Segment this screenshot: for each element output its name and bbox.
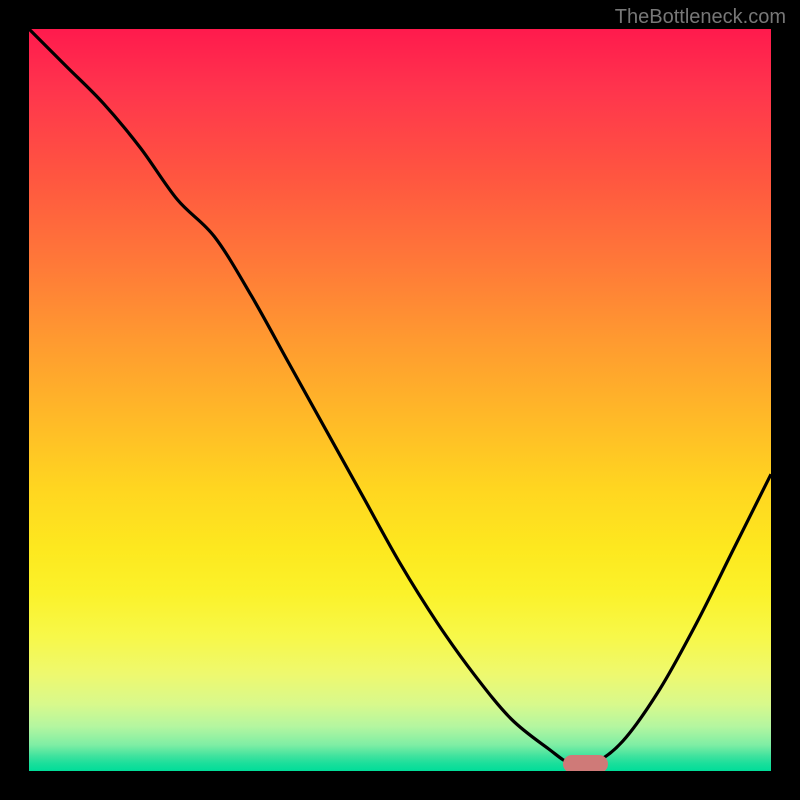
chart-curve-svg	[29, 29, 771, 771]
chart-plot-area	[29, 29, 771, 771]
optimal-range-marker	[563, 755, 608, 771]
watermark-text: TheBottleneck.com	[615, 6, 786, 29]
bottleneck-curve-path	[29, 29, 771, 766]
